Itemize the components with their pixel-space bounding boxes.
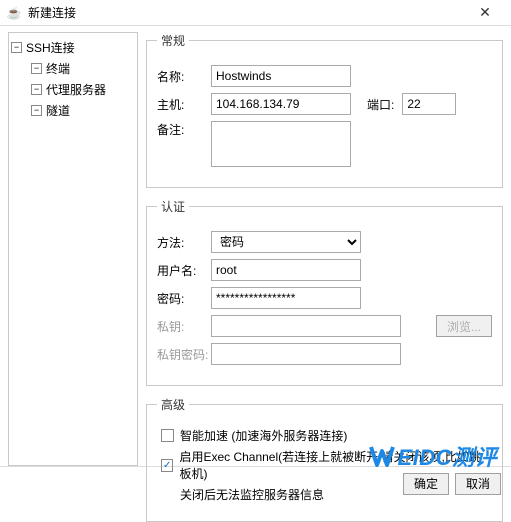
legend-advanced: 高级 — [157, 396, 189, 413]
privatekey-input — [211, 315, 401, 337]
row-accel[interactable]: 智能加速 (加速海外服务器连接) — [161, 427, 492, 444]
keypass-input — [211, 343, 401, 365]
checkbox-exec[interactable]: ✓ — [161, 459, 173, 472]
close-button[interactable]: ✕ — [465, 1, 505, 25]
titlebar: ☕ 新建连接 ✕ — [0, 0, 511, 26]
password-input[interactable] — [211, 287, 361, 309]
checkbox-accel[interactable] — [161, 429, 174, 442]
group-advanced: 高级 智能加速 (加速海外服务器连接) ✓ 启用Exec Channel(若连接… — [146, 396, 503, 522]
label-privatekey: 私钥: — [157, 318, 211, 335]
tree-item-label: 隧道 — [46, 102, 70, 119]
group-auth: 认证 方法: 密码 用户名: 密码: 私钥: 浏览... — [146, 198, 503, 386]
label-password: 密码: — [157, 290, 211, 307]
sidebar: − SSH连接 − 终端 − 代理服务器 − 隧道 — [8, 32, 138, 466]
legend-general: 常规 — [157, 32, 189, 49]
tree-item-label: 代理服务器 — [46, 81, 106, 98]
cancel-button[interactable]: 取消 — [455, 473, 501, 495]
label-keypass: 私钥密码: — [157, 346, 211, 363]
window-title: 新建连接 — [28, 4, 465, 21]
label-port: 端口: — [367, 96, 394, 113]
tree-item-label: 终端 — [46, 60, 70, 77]
collapse-icon[interactable]: − — [31, 63, 42, 74]
collapse-icon[interactable]: − — [11, 42, 22, 53]
tree-item-proxy[interactable]: − 代理服务器 — [31, 79, 135, 100]
group-general: 常规 名称: 主机: 端口: 备注: — [146, 32, 503, 188]
ok-button[interactable]: 确定 — [403, 473, 449, 495]
main-panel: 常规 名称: 主机: 端口: 备注: 认证 方法: — [146, 32, 503, 466]
note-textarea[interactable] — [211, 121, 351, 167]
legend-auth: 认证 — [157, 198, 189, 215]
tree-item-terminal[interactable]: − 终端 — [31, 58, 135, 79]
label-name: 名称: — [157, 68, 211, 85]
tree-item-tunnel[interactable]: − 隧道 — [31, 100, 135, 121]
label-accel: 智能加速 (加速海外服务器连接) — [180, 427, 347, 444]
label-note: 备注: — [157, 121, 211, 138]
collapse-icon[interactable]: − — [31, 105, 42, 116]
label-username: 用户名: — [157, 262, 211, 279]
name-input[interactable] — [211, 65, 351, 87]
method-select[interactable]: 密码 — [211, 231, 361, 253]
app-icon: ☕ — [6, 5, 22, 21]
username-input[interactable] — [211, 259, 361, 281]
label-method: 方法: — [157, 234, 211, 251]
label-exec-note: 关闭后无法监控服务器信息 — [180, 486, 324, 503]
label-host: 主机: — [157, 96, 211, 113]
browse-button: 浏览... — [436, 315, 492, 337]
tree-root-ssh[interactable]: − SSH连接 — [11, 37, 135, 58]
collapse-icon[interactable]: − — [31, 84, 42, 95]
host-input[interactable] — [211, 93, 351, 115]
port-input[interactable] — [402, 93, 456, 115]
tree-root-label: SSH连接 — [26, 39, 75, 56]
close-icon: ✕ — [479, 4, 491, 21]
content-area: − SSH连接 − 终端 − 代理服务器 − 隧道 常规 名称: — [0, 26, 511, 466]
